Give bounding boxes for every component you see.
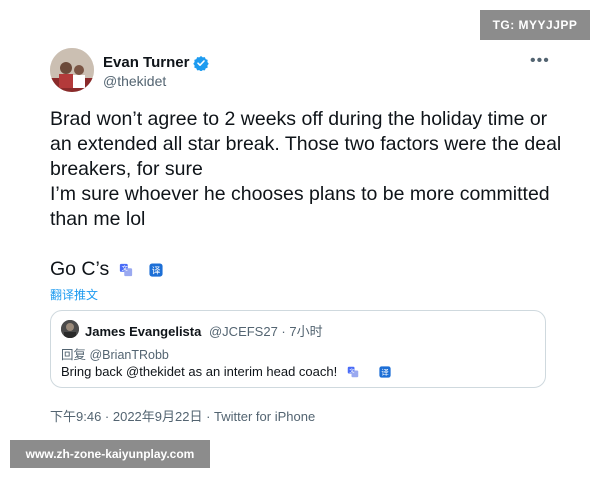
quoted-translate-icon[interactable]: 文	[347, 366, 359, 378]
translate-tweet-link[interactable]: 翻译推文	[50, 286, 98, 303]
svg-text:文: 文	[122, 264, 128, 272]
quoted-body: Bring back @thekidet as an interim head …	[61, 364, 391, 379]
quoted-meta: @JCEFS27 · 7小时	[208, 324, 323, 339]
watermark-bottom: www.zh-zone-kaiyunplay.com	[10, 440, 210, 468]
quoted-avatar-image	[61, 320, 79, 338]
more-horizontal-icon[interactable]: •••	[530, 53, 550, 69]
tweet-card: Evan Turner @thekidet ••• Brad won’t agr…	[10, 0, 590, 480]
quoted-text: Bring back @thekidet as an interim head …	[61, 364, 338, 379]
verified-badge-icon	[193, 55, 210, 71]
quoted-tweet[interactable]: James Evangelista @JCEFS27 · 7小时 回复 @Bri…	[50, 310, 546, 388]
svg-text:译: 译	[152, 265, 161, 276]
quoted-display-name[interactable]: James Evangelista	[85, 324, 201, 339]
author-handle[interactable]: @thekidet	[103, 73, 166, 89]
avatar-image	[50, 48, 94, 92]
quoted-header: James Evangelista @JCEFS27 · 7小时	[85, 321, 323, 340]
tweet-last-line-row: Go C’s 文 译	[50, 258, 163, 281]
quoted-reply-to: 回复 @BrianTRobb	[61, 348, 169, 362]
tweet-timestamp[interactable]: 下午9:46 · 2022年9月22日 · Twitter for iPhone	[50, 406, 315, 425]
author-display-name[interactable]: Evan Turner	[103, 54, 189, 71]
translate-icon[interactable]: 文	[119, 263, 133, 277]
tweet-last-line: Go C’s	[50, 258, 110, 280]
quoted-avatar[interactable]	[61, 320, 79, 338]
author-name-row: Evan Turner	[103, 54, 210, 71]
tweet-text: Brad won’t agree to 2 weeks off during t…	[50, 108, 562, 230]
translate-badge-icon[interactable]: 译	[149, 262, 163, 277]
svg-text:译: 译	[382, 368, 390, 377]
quoted-translate-badge-icon[interactable]: 译	[379, 365, 391, 378]
avatar[interactable]	[50, 48, 94, 92]
